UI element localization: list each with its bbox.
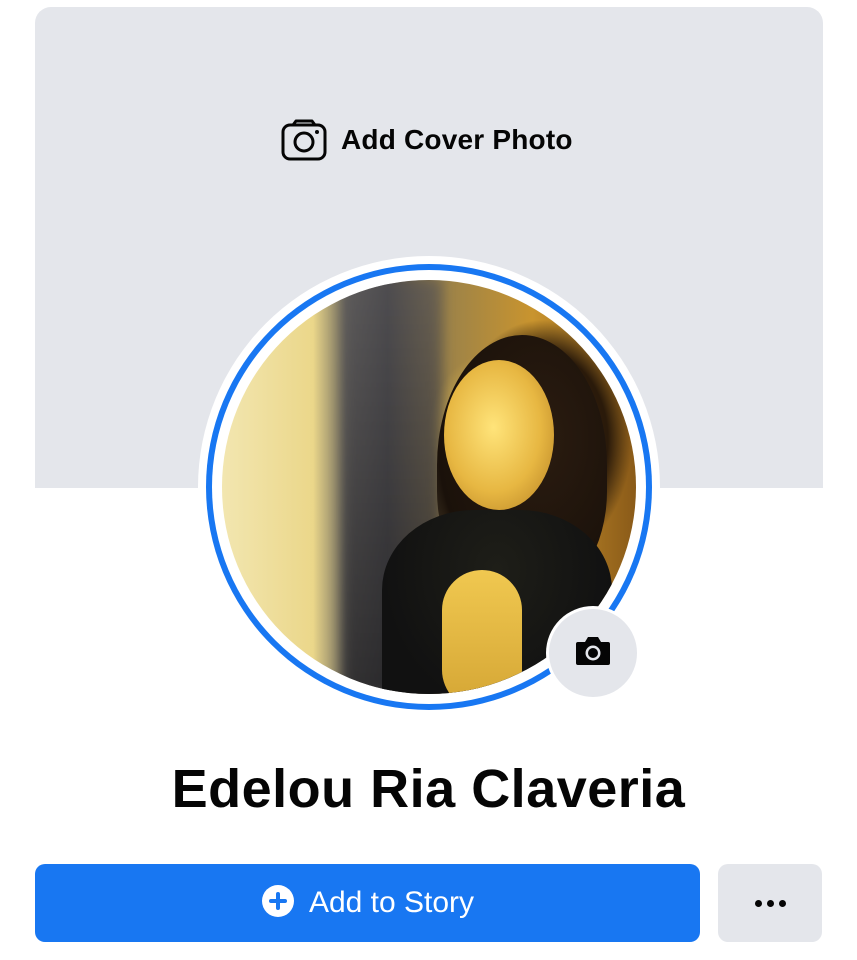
profile-header: Add Cover Photo Edelou Ria Claveria Add … [0, 0, 857, 960]
add-to-story-label: Add to Story [308, 886, 475, 919]
more-options-button[interactable] [718, 864, 822, 942]
more-dots-icon [754, 899, 786, 907]
add-cover-photo-button[interactable]: Add Cover Photo [281, 115, 573, 165]
add-cover-photo-label: Add Cover Photo [341, 124, 573, 155]
camera-icon [281, 119, 327, 161]
profile-name: Edelou Ria Claveria [171, 759, 686, 819]
plus-circle-icon [261, 884, 295, 923]
edit-profile-picture-button[interactable] [546, 606, 640, 700]
camera-icon [574, 635, 612, 672]
add-to-story-button[interactable]: Add to Story [35, 864, 700, 942]
